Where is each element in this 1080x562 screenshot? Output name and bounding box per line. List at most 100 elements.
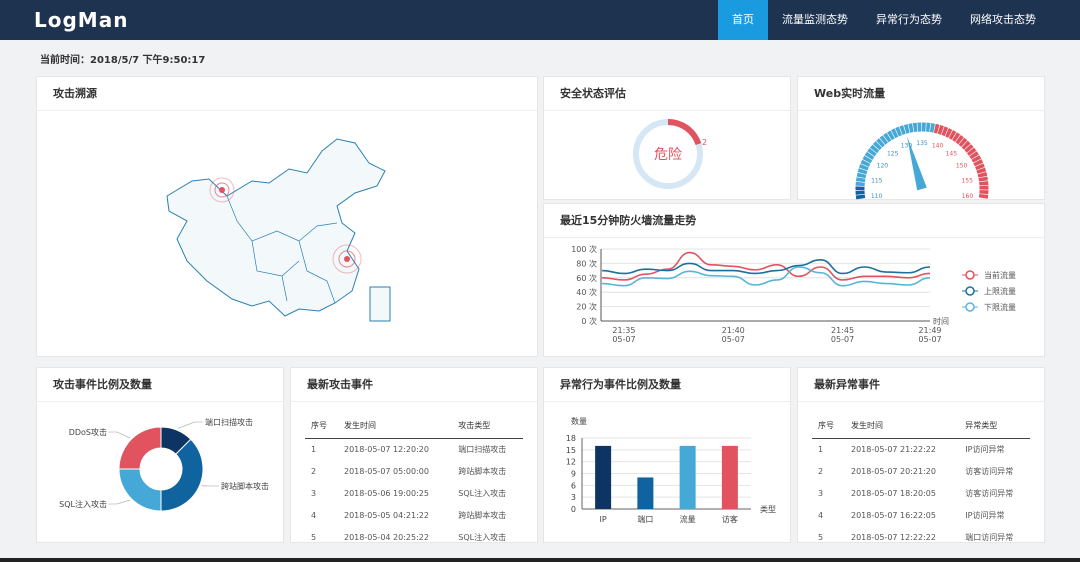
gauge-tick-label: 150 — [956, 163, 968, 170]
table-row[interactable]: 4 2018-05-07 16:22:05 IP访问异常 — [812, 505, 1030, 527]
gauge-segment — [971, 155, 982, 163]
table-cell: IP访问异常 — [965, 445, 1005, 454]
gauge-segment — [976, 167, 987, 174]
trend-panel: 最近15分钟防火墙流量走势 0 次 20 次 40 次 60 次 80 次 100 次 21… — [543, 203, 1045, 357]
table-cell: SQL注入攻击 — [458, 533, 507, 542]
gauge-segment — [856, 172, 867, 179]
table-header: 序号 发生时间 攻击类型 — [305, 416, 523, 439]
column-header: 序号 — [305, 416, 338, 439]
attack-source-panel: 攻击溯源 — [36, 76, 538, 357]
trend-line-chart: 0 次20 次40 次60 次80 次100 次21:3505-0721:400… — [571, 244, 1016, 344]
gauge-segment — [958, 137, 968, 147]
x-tick-label: IP — [600, 515, 607, 524]
latest-anomalies-table: 序号 发生时间 异常类型 1 2018-05-07 21:22:22 IP访问异常 2 201… — [812, 416, 1030, 549]
gauge-segment — [937, 125, 944, 135]
legend-marker — [965, 286, 975, 296]
panel-title: 攻击事件比例及数量 — [37, 368, 283, 402]
main-nav: 首页 流量监测态势 异常行为态势 网络攻击态势 — [718, 0, 1050, 40]
table-cell: IP访问异常 — [965, 511, 1005, 520]
gauge-segment — [887, 130, 895, 141]
gauge-segment — [883, 132, 892, 143]
table-cell: 2018-05-07 12:20:20 — [344, 445, 429, 454]
table-cell: 3 — [311, 489, 317, 498]
gauge-segment — [966, 147, 977, 156]
x-tick-date: 05-07 — [831, 335, 854, 344]
table-cell: 跨站脚本攻击 — [458, 467, 507, 476]
legend-label: 下限流量 — [984, 302, 1016, 312]
pie-label-line — [109, 499, 130, 505]
table-row[interactable]: 5 2018-05-07 12:22:22 端口访问异常 — [812, 527, 1030, 549]
y-axis-label: 数量 — [571, 416, 587, 426]
attack-ratio-panel: 攻击事件比例及数量 端口扫描攻击 跨站脚本攻击 SQL注入攻击 DDoS攻击 — [36, 367, 284, 543]
gauge-segment — [955, 134, 964, 145]
panel-title: 最近15分钟防火墙流量走势 — [544, 204, 1044, 238]
app-logo: LogMan — [34, 8, 129, 32]
table-cell: 跨站脚本攻击 — [458, 511, 507, 520]
legend-label: 当前流量 — [984, 270, 1016, 280]
pie-label: 端口扫描攻击 — [205, 417, 253, 427]
column-header: 发生时间 — [845, 416, 960, 439]
pie-slice — [160, 438, 204, 512]
column-header: 攻击类型 — [452, 416, 523, 439]
panel-title: 安全状态评估 — [544, 77, 790, 111]
bar — [679, 445, 696, 509]
table-cell: 访客访问异常 — [965, 467, 1014, 476]
gauge-segment — [869, 144, 880, 154]
gauge-segment — [933, 123, 940, 134]
table-cell: 2018-05-06 19:00:25 — [344, 489, 429, 498]
table-row[interactable]: 4 2018-05-05 04:21:22 跨站脚本攻击 — [305, 505, 523, 527]
table-cell: 2018-05-07 18:20:05 — [851, 489, 936, 498]
gauge-segment — [872, 141, 882, 151]
legend-label: 上限流量 — [984, 286, 1016, 296]
table-cell: 2018-05-07 20:21:20 — [851, 467, 936, 476]
x-tick-label: 21:45 — [831, 326, 854, 335]
y-tick-label: 100 次 — [571, 244, 597, 254]
y-tick-label: 18 — [566, 434, 576, 443]
gauge-segment — [862, 155, 873, 164]
table-cell: 2018-05-07 12:22:22 — [851, 533, 936, 542]
gauge-segment — [867, 148, 877, 157]
y-tick-label: 15 — [566, 446, 576, 455]
table-row[interactable]: 3 2018-05-06 19:00:25 SQL注入攻击 — [305, 483, 523, 505]
security-ring: 危险 2 — [633, 119, 707, 189]
gauge-tick-label: 160 — [962, 193, 974, 200]
table-cell: 3 — [818, 489, 824, 498]
gauge-segment — [855, 177, 866, 183]
pie-slice — [118, 468, 162, 512]
nav-home[interactable]: 首页 — [718, 0, 768, 40]
table-row[interactable]: 3 2018-05-07 18:20:05 访客访问异常 — [812, 483, 1030, 505]
series-line — [602, 251, 931, 281]
y-tick-label: 6 — [571, 481, 576, 490]
current-time: 当前时间：2018/5/7 下午9:50:17 — [40, 55, 206, 66]
gauge-segment — [899, 125, 906, 135]
china-map — [166, 138, 391, 322]
y-tick-label: 0 — [571, 505, 576, 514]
y-tick-label: 60 次 — [576, 273, 597, 283]
table-row[interactable]: 5 2018-05-04 20:25:22 SQL注入攻击 — [305, 527, 523, 549]
bar — [721, 445, 738, 509]
nav-anomaly[interactable]: 异常行为态势 — [862, 0, 956, 40]
y-tick-label: 20 次 — [576, 302, 597, 312]
table-row[interactable]: 1 2018-05-07 12:20:20 端口扫描攻击 — [305, 439, 523, 462]
gauge-segment — [941, 126, 949, 137]
x-axis-label: 类型 — [760, 504, 776, 514]
nav-traffic[interactable]: 流量监测态势 — [768, 0, 862, 40]
x-tick-label: 端口 — [637, 514, 653, 524]
table-row[interactable]: 1 2018-05-07 21:22:22 IP访问异常 — [812, 439, 1030, 462]
legend-marker — [965, 270, 975, 280]
x-tick-date: 05-07 — [612, 335, 635, 344]
security-panel: 安全状态评估 危险 2 — [543, 76, 791, 200]
table-cell: 2018-05-05 04:21:22 — [344, 511, 429, 520]
gauge-segment — [929, 123, 936, 133]
latest-attacks-panel: 最新攻击事件 序号 发生时间 攻击类型 1 2018-05-07 12:20:20 端口扫… — [290, 367, 538, 543]
table-row[interactable]: 2 2018-05-07 20:21:20 访客访问异常 — [812, 461, 1030, 483]
table-row[interactable]: 2 2018-05-07 05:00:00 跨站脚本攻击 — [305, 461, 523, 483]
gauge-segment — [975, 163, 985, 171]
legend-marker — [965, 302, 975, 312]
y-tick-label: 3 — [571, 493, 576, 502]
x-tick-label: 流量 — [680, 514, 696, 524]
table-cell: 2 — [818, 467, 824, 476]
gauge-tick-label: 110 — [871, 193, 883, 200]
y-tick-label: 12 — [566, 458, 576, 467]
nav-attack[interactable]: 网络攻击态势 — [956, 0, 1050, 40]
